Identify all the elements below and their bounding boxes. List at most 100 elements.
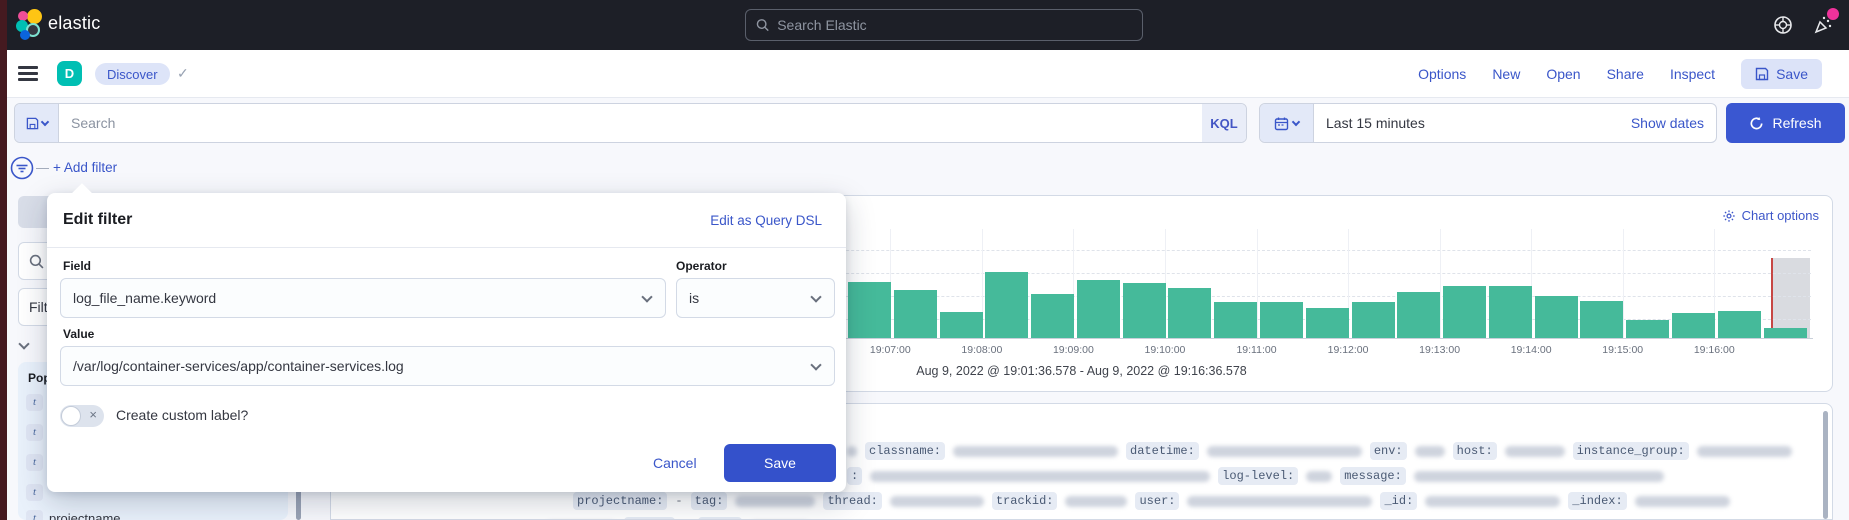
filter-list-icon[interactable] bbox=[9, 155, 35, 181]
documents-scrollbar[interactable] bbox=[1823, 411, 1828, 519]
field-chip: user: bbox=[1135, 492, 1179, 510]
collapse-chevron-icon[interactable] bbox=[20, 340, 34, 354]
time-range-value[interactable]: Last 15 minutes bbox=[1314, 104, 1619, 142]
x-axis-tick-label: 19:09:00 bbox=[1053, 344, 1094, 356]
histogram-bar[interactable] bbox=[1764, 328, 1807, 338]
dialog-save-button[interactable]: Save bbox=[724, 444, 836, 482]
dialog-title: Edit filter bbox=[63, 211, 132, 229]
query-bar: KQL bbox=[14, 103, 1247, 143]
field-chip: classname: bbox=[865, 442, 945, 460]
edit-as-query-dsl-link[interactable]: Edit as Query DSL bbox=[710, 213, 822, 228]
app-header: elastic bbox=[0, 0, 1849, 50]
field-chip: thread: bbox=[823, 492, 881, 510]
histogram-bar[interactable] bbox=[1580, 301, 1623, 338]
histogram-bar[interactable] bbox=[1443, 286, 1486, 338]
redacted-value bbox=[1415, 446, 1445, 457]
field-chip: message: bbox=[1340, 467, 1406, 485]
histogram-bar[interactable] bbox=[894, 290, 937, 338]
field-combobox[interactable]: log_file_name.keyword bbox=[60, 278, 666, 318]
redacted-value bbox=[1306, 471, 1332, 482]
elastic-logo-icon[interactable] bbox=[16, 9, 48, 41]
operator-combobox[interactable]: is bbox=[676, 278, 835, 318]
histogram-bar[interactable] bbox=[1123, 283, 1166, 338]
histogram-bar[interactable] bbox=[1489, 286, 1532, 338]
table-row[interactable]: classname:datetime:env:host:instance_gro… bbox=[847, 441, 1792, 461]
chevron-down-icon bbox=[810, 359, 821, 370]
breadcrumb[interactable]: Discover bbox=[95, 63, 170, 85]
chart-options-label: Chart options bbox=[1742, 208, 1819, 223]
y-gridline bbox=[751, 250, 1811, 251]
x-axis-tick-label: 19:15:00 bbox=[1602, 344, 1643, 356]
current-time-marker bbox=[1771, 258, 1773, 338]
value-label: Value bbox=[63, 327, 94, 341]
menu-icon[interactable] bbox=[18, 66, 38, 82]
calendar-icon bbox=[1274, 116, 1289, 131]
refresh-button[interactable]: Refresh bbox=[1726, 103, 1845, 143]
table-row[interactable]: :log-level:message: bbox=[847, 466, 1664, 486]
histogram-bar[interactable] bbox=[1352, 302, 1395, 338]
sidebar-field-item[interactable]: tprojectname bbox=[18, 506, 288, 520]
histogram-bar[interactable] bbox=[1168, 288, 1211, 338]
toolbar-link-share[interactable]: Share bbox=[1607, 66, 1644, 82]
histogram-bar[interactable] bbox=[1077, 280, 1120, 338]
table-row[interactable]: score:-type: bbox=[546, 516, 810, 520]
global-search[interactable] bbox=[745, 9, 1143, 41]
histogram-bar[interactable] bbox=[1306, 308, 1349, 338]
table-row[interactable]: projectname:-tag:thread:trackid:user:_id… bbox=[573, 491, 1730, 511]
field-type-text-icon: t bbox=[26, 394, 43, 411]
show-dates-link[interactable]: Show dates bbox=[1619, 104, 1716, 142]
field-chip: _id: bbox=[1380, 492, 1417, 510]
field-type-text-icon: t bbox=[26, 454, 43, 471]
x-axis-tick-label: 19:13:00 bbox=[1419, 344, 1460, 356]
save-disk-icon bbox=[1755, 67, 1769, 81]
space-avatar[interactable]: D bbox=[57, 61, 82, 86]
histogram-bar[interactable] bbox=[940, 312, 983, 338]
brand-name: elastic bbox=[48, 13, 100, 34]
redacted-value bbox=[735, 496, 815, 507]
query-language-button[interactable]: KQL bbox=[1202, 104, 1246, 142]
toolbar-link-options[interactable]: Options bbox=[1418, 66, 1466, 82]
histogram-bar[interactable] bbox=[1214, 302, 1257, 338]
top-toolbar: D Discover ✓ OptionsNewOpenShareInspect … bbox=[0, 50, 1849, 98]
field-chip: tag: bbox=[691, 492, 728, 510]
field-chip: env: bbox=[1370, 442, 1407, 460]
kql-search-input[interactable] bbox=[59, 104, 1202, 142]
toolbar-actions: Options New Open Share Inspect Save bbox=[1418, 50, 1822, 98]
histogram-bar[interactable] bbox=[1718, 311, 1761, 338]
chart-options-button[interactable]: Chart options bbox=[1722, 208, 1819, 223]
toolbar-link-new[interactable]: New bbox=[1492, 66, 1520, 82]
life-ring-icon[interactable] bbox=[1772, 14, 1794, 36]
histogram-bar[interactable] bbox=[1535, 296, 1578, 338]
cancel-button[interactable]: Cancel bbox=[653, 455, 697, 471]
gear-icon bbox=[1722, 209, 1736, 223]
histogram-bar[interactable] bbox=[1031, 294, 1074, 338]
value-combobox[interactable]: /var/log/container-services/app/containe… bbox=[60, 346, 835, 386]
field-type-text-icon: t bbox=[26, 424, 43, 441]
save-button-label: Save bbox=[1776, 66, 1808, 82]
redacted-value bbox=[1187, 496, 1372, 507]
field-combobox-value: log_file_name.keyword bbox=[73, 290, 216, 306]
edit-filter-popover: Edit filter Edit as Query DSL Field log_… bbox=[47, 193, 846, 492]
histogram-bar[interactable] bbox=[1672, 313, 1715, 338]
toolbar-link-open[interactable]: Open bbox=[1546, 66, 1580, 82]
histogram-bar[interactable] bbox=[848, 282, 891, 338]
value-separator: - bbox=[675, 494, 682, 508]
y-gridline bbox=[751, 273, 1811, 274]
save-button[interactable]: Save bbox=[1741, 59, 1822, 89]
refresh-button-label: Refresh bbox=[1772, 115, 1821, 131]
saved-query-menu-button[interactable] bbox=[15, 104, 59, 142]
histogram-bar[interactable] bbox=[1626, 320, 1669, 338]
custom-label-toggle[interactable]: × bbox=[60, 405, 104, 427]
global-search-input[interactable] bbox=[777, 17, 1132, 33]
partial-bucket-band bbox=[1773, 258, 1810, 338]
add-filter-link[interactable]: + Add filter bbox=[53, 160, 117, 175]
calendar-menu-button[interactable] bbox=[1260, 104, 1314, 142]
histogram-bar[interactable] bbox=[985, 272, 1028, 338]
chevron-down-icon bbox=[1292, 117, 1300, 125]
histogram-bar[interactable] bbox=[1397, 292, 1440, 338]
custom-label-toggle-label: Create custom label? bbox=[116, 407, 248, 423]
search-icon bbox=[756, 18, 769, 32]
redacted-value bbox=[847, 446, 857, 457]
histogram-bar[interactable] bbox=[1260, 302, 1303, 338]
toolbar-link-inspect[interactable]: Inspect bbox=[1670, 66, 1715, 82]
